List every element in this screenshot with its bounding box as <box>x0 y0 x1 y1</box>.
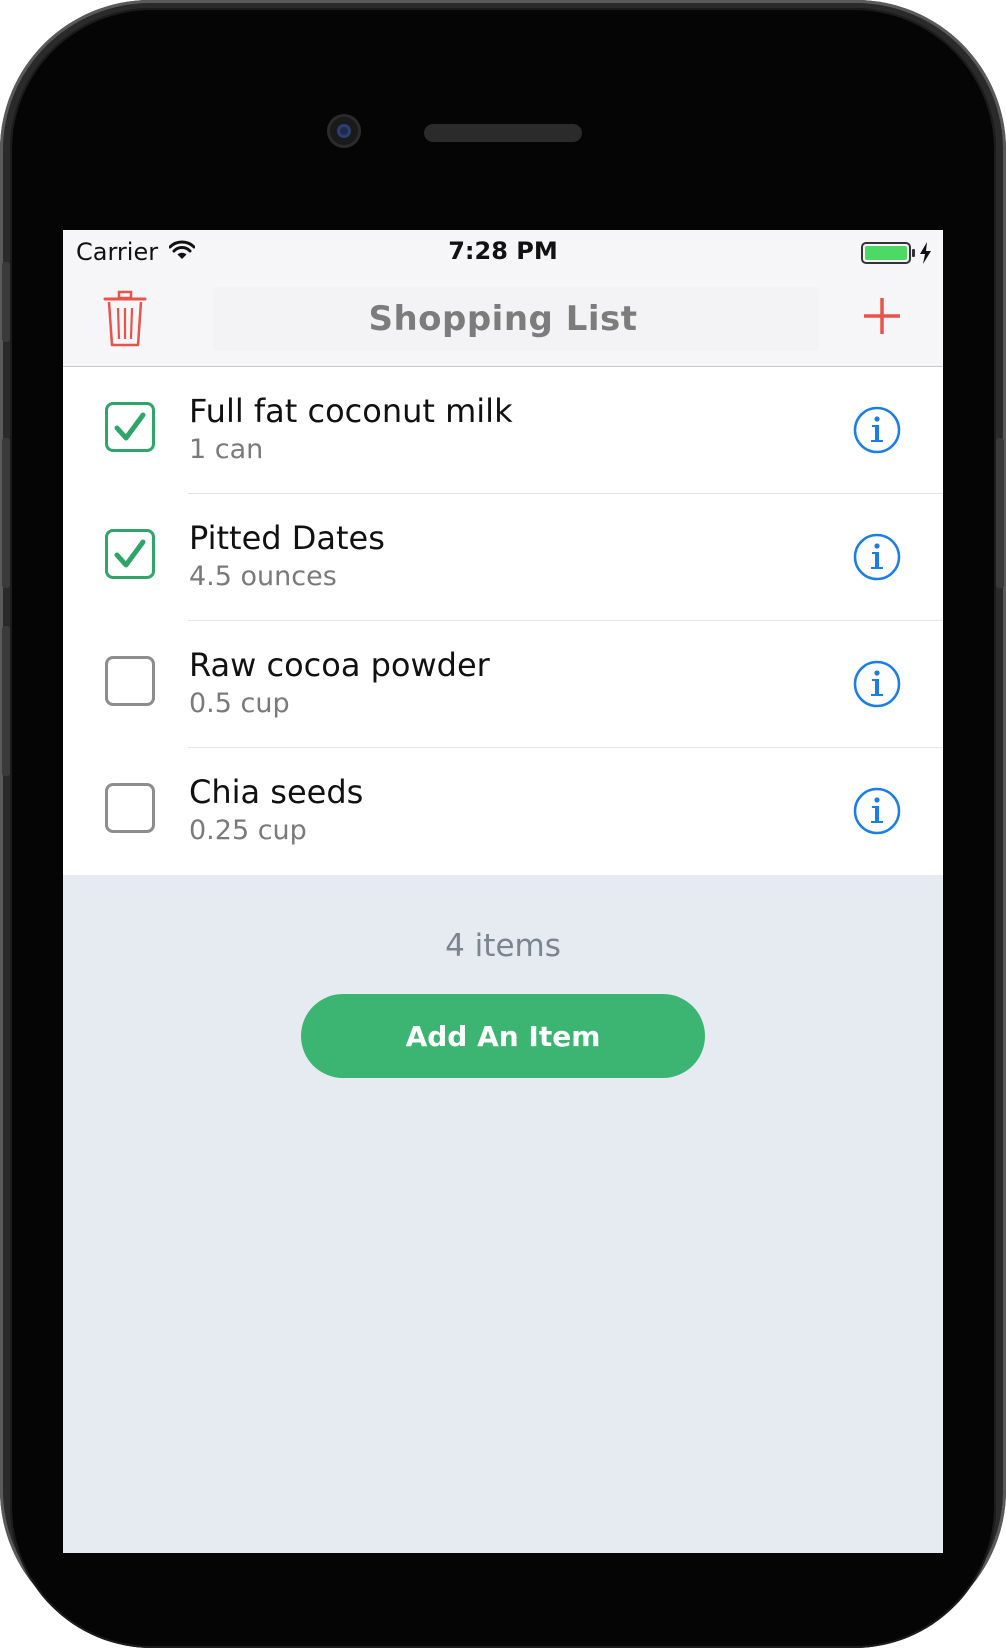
app-screen: Carrier 7:28 PM Shopping List Full fat c… <box>63 230 943 1553</box>
item-quantity: 4.5 ounces <box>189 561 337 592</box>
battery-charging-icon <box>861 242 931 264</box>
phone-frame: Carrier 7:28 PM Shopping List Full fat c… <box>0 0 1006 1648</box>
list-item[interactable]: Pitted Dates 4.5 ounces <box>63 494 943 621</box>
item-name: Chia seeds <box>189 773 364 811</box>
list-item[interactable]: Raw cocoa powder 0.5 cup <box>63 621 943 748</box>
info-icon[interactable] <box>852 405 902 459</box>
power-button <box>996 438 1004 588</box>
item-name: Raw cocoa powder <box>189 646 490 684</box>
volume-up-button <box>2 438 10 588</box>
volume-down-button <box>2 626 10 776</box>
item-quantity: 1 can <box>189 434 264 465</box>
page-title: Shopping List <box>368 299 638 339</box>
earpiece-speaker <box>424 124 582 142</box>
item-checkbox[interactable] <box>105 402 155 452</box>
item-name: Full fat coconut milk <box>189 392 513 430</box>
info-icon[interactable] <box>852 786 902 840</box>
navigation-bar: Shopping List <box>63 275 943 367</box>
info-icon[interactable] <box>852 659 902 713</box>
info-icon[interactable] <box>852 532 902 586</box>
plus-icon[interactable] <box>861 295 903 337</box>
add-item-button[interactable]: Add An Item <box>301 994 705 1078</box>
status-time: 7:28 PM <box>448 237 558 265</box>
front-camera <box>327 114 361 148</box>
checkmark-icon <box>114 539 146 568</box>
item-checkbox[interactable] <box>105 529 155 579</box>
item-checkbox[interactable] <box>105 783 155 833</box>
list-item[interactable]: Full fat coconut milk 1 can <box>63 367 943 494</box>
shopping-list: Full fat coconut milk 1 can Pitted Dates 4.… <box>63 367 943 875</box>
mute-switch <box>2 262 10 342</box>
item-quantity: 0.5 cup <box>189 688 290 719</box>
list-item[interactable]: Chia seeds 0.25 cup <box>63 748 943 875</box>
checkmark-icon <box>114 412 146 441</box>
status-bar: Carrier 7:28 PM <box>63 230 943 275</box>
item-count: 4 items <box>445 928 561 964</box>
trash-icon[interactable] <box>101 290 149 348</box>
item-checkbox[interactable] <box>105 656 155 706</box>
item-name: Pitted Dates <box>189 519 385 557</box>
item-quantity: 0.25 cup <box>189 815 307 846</box>
